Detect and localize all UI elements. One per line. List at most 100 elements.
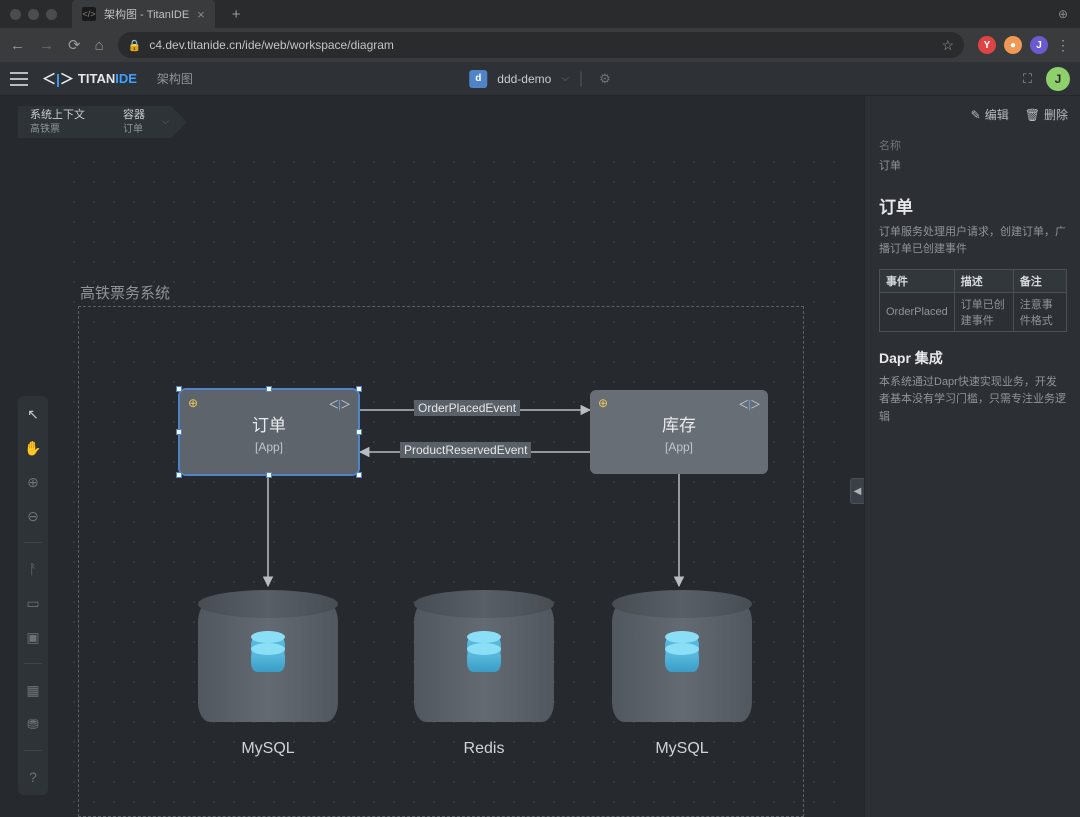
cursor-tool-icon[interactable]: ↖ bbox=[23, 404, 43, 424]
trash-icon: 🗑 bbox=[1025, 108, 1040, 122]
app-header: ＜|＞ TITANIDE 架构图 d ddd-demo ⌵ | ⚙ ⛶ J bbox=[0, 62, 1080, 96]
resize-handle[interactable] bbox=[176, 472, 182, 478]
extension-icons: Y ● J ⋮ bbox=[978, 36, 1070, 54]
table-row[interactable]: OrderPlaced 订单已创建事件 注意事件格式 bbox=[880, 292, 1067, 331]
grid-icon[interactable]: ▦ bbox=[23, 680, 43, 700]
brand-prefix: TITAN bbox=[78, 71, 115, 86]
reload-button[interactable]: ⟳ bbox=[68, 38, 81, 53]
edge-label-product-reserved[interactable]: ProductReservedEvent bbox=[400, 442, 531, 458]
enter-node-icon[interactable]: ＜|＞ bbox=[738, 396, 760, 412]
breadcrumb: 系统上下文 高铁票 容器 订单 ⌵ bbox=[18, 106, 171, 138]
fullscreen-icon[interactable]: ⛶ bbox=[1023, 71, 1032, 87]
new-tab-button[interactable]: + bbox=[232, 6, 241, 23]
ext-icon-purple[interactable]: J bbox=[1030, 36, 1048, 54]
node-title: 库存 bbox=[662, 411, 696, 436]
project-icon: d bbox=[469, 70, 487, 88]
node-title: 订单 bbox=[252, 411, 286, 436]
breadcrumb-item-container[interactable]: 容器 订单 ⌵ bbox=[103, 106, 171, 138]
page-title: 架构图 bbox=[157, 70, 193, 87]
table-header: 备注 bbox=[1013, 269, 1066, 292]
enter-node-icon[interactable]: ＜|＞ bbox=[328, 396, 350, 412]
back-button[interactable]: ← bbox=[10, 38, 25, 53]
zoom-in-node-icon[interactable]: ⊕ bbox=[188, 396, 198, 410]
resize-handle[interactable] bbox=[356, 429, 362, 435]
meta-name-label: 名称 bbox=[879, 137, 1066, 157]
zoom-out-icon[interactable]: ⊖ bbox=[23, 506, 43, 526]
system-title: 高铁票务系统 bbox=[80, 282, 170, 303]
diagram-canvas[interactable]: 高铁票务系统 OrderPlacedEvent ProductReservedE… bbox=[64, 152, 850, 817]
node-mysql-1[interactable]: MySQL bbox=[198, 602, 338, 758]
maximize-window-dot[interactable] bbox=[46, 9, 57, 20]
ext-icon-red[interactable]: Y bbox=[978, 36, 996, 54]
collapse-panel-button[interactable]: ◀ bbox=[850, 478, 864, 504]
breadcrumb-item-context[interactable]: 系统上下文 高铁票 bbox=[18, 106, 103, 138]
url-text: c4.dev.titanide.cn/ide/web/workspace/dia… bbox=[149, 38, 933, 52]
zoom-in-node-icon[interactable]: ⊕ bbox=[598, 396, 608, 410]
help-icon[interactable]: ? bbox=[23, 767, 43, 787]
node-stock[interactable]: ⊕ ＜|＞ 库存 [App] bbox=[590, 390, 768, 474]
brand-suffix: IDE bbox=[115, 71, 137, 86]
events-table: 事件 描述 备注 OrderPlaced 订单已创建事件 注意事件格式 bbox=[879, 269, 1067, 332]
resize-handle[interactable] bbox=[356, 472, 362, 478]
hamburger-menu-icon[interactable] bbox=[10, 72, 28, 86]
avatar[interactable]: J bbox=[1046, 67, 1070, 91]
node-redis[interactable]: Redis bbox=[414, 602, 554, 758]
node-label: MySQL bbox=[612, 740, 752, 758]
node-label: MySQL bbox=[198, 740, 338, 758]
brand-logo[interactable]: ＜|＞ TITANIDE bbox=[42, 69, 137, 89]
database-shape-icon[interactable]: ⛃ bbox=[23, 714, 43, 734]
resize-handle[interactable] bbox=[356, 386, 362, 392]
resize-handle[interactable] bbox=[176, 386, 182, 392]
lock-icon: 🔒 bbox=[128, 39, 142, 52]
box-shape-icon[interactable]: ▭ bbox=[23, 593, 43, 613]
container-shape-icon[interactable]: ▣ bbox=[23, 627, 43, 647]
resize-handle[interactable] bbox=[176, 429, 182, 435]
dapr-heading: Dapr 集成 bbox=[865, 346, 1080, 374]
traffic-lights[interactable] bbox=[10, 9, 57, 20]
chevron-down-icon[interactable]: ⌵ bbox=[561, 73, 569, 84]
database-icon bbox=[665, 636, 699, 676]
tab-favicon: </> bbox=[82, 7, 96, 21]
table-header: 描述 bbox=[954, 269, 1013, 292]
dapr-description: 本系统通过Dapr快速实现业务，开发者基本没有学习门槛，只需专注业务逻辑 bbox=[865, 374, 1080, 437]
node-label: Redis bbox=[414, 740, 554, 758]
details-heading: 订单 bbox=[865, 183, 1080, 224]
project-selector[interactable]: d ddd-demo ⌵ | ⚙ bbox=[469, 70, 610, 88]
project-name: ddd-demo bbox=[497, 72, 551, 86]
resize-handle[interactable] bbox=[266, 472, 272, 478]
database-icon bbox=[467, 636, 501, 676]
browser-menu-icon[interactable]: ⋮ bbox=[1056, 37, 1070, 54]
pencil-icon: ✎ bbox=[971, 108, 981, 122]
node-order[interactable]: ⊕ ＜|＞ 订单 [App] bbox=[180, 390, 358, 474]
edge-label-order-placed[interactable]: OrderPlacedEvent bbox=[414, 400, 520, 416]
forward-button[interactable]: → bbox=[39, 38, 54, 53]
node-subtitle: [App] bbox=[665, 440, 693, 454]
node-mysql-2[interactable]: MySQL bbox=[612, 602, 752, 758]
bookmark-star-icon[interactable]: ☆ bbox=[941, 37, 954, 54]
browser-toolbar: ← → ⟳ ⌂ 🔒 c4.dev.titanide.cn/ide/web/wor… bbox=[0, 28, 1080, 62]
chevron-down-icon[interactable]: ⌵ bbox=[162, 116, 169, 128]
close-tab-icon[interactable]: × bbox=[197, 8, 205, 21]
database-icon bbox=[251, 636, 285, 676]
meta-name-value: 订单 bbox=[879, 157, 1066, 177]
workspace: 系统上下文 高铁票 容器 订单 ⌵ ↖ ✋ ⊕ ⊖ ᚨ ▭ ▣ ▦ ⛃ ? 高铁… bbox=[0, 96, 1080, 817]
actor-shape-icon[interactable]: ᚨ bbox=[23, 559, 43, 579]
tab-title: 架构图 - TitanIDE bbox=[104, 6, 189, 22]
zoom-in-icon[interactable]: ⊕ bbox=[23, 472, 43, 492]
close-window-dot[interactable] bbox=[10, 9, 21, 20]
address-bar[interactable]: 🔒 c4.dev.titanide.cn/ide/web/workspace/d… bbox=[118, 32, 964, 58]
gear-icon[interactable]: ⚙ bbox=[599, 71, 611, 87]
delete-button[interactable]: 🗑删除 bbox=[1025, 106, 1068, 123]
ext-icon-orange[interactable]: ● bbox=[1004, 36, 1022, 54]
hand-tool-icon[interactable]: ✋ bbox=[23, 438, 43, 458]
details-panel: ✎编辑 🗑删除 名称 订单 订单 订单服务处理用户请求，创建订单，广播订单已创建… bbox=[864, 96, 1080, 817]
browser-tab[interactable]: </> 架构图 - TitanIDE × bbox=[72, 0, 215, 28]
home-button[interactable]: ⌂ bbox=[95, 38, 104, 53]
window-expand-icon[interactable]: ⊕ bbox=[1058, 7, 1068, 21]
minimize-window-dot[interactable] bbox=[28, 9, 39, 20]
edit-button[interactable]: ✎编辑 bbox=[971, 106, 1009, 123]
resize-handle[interactable] bbox=[266, 386, 272, 392]
details-description: 订单服务处理用户请求，创建订单，广播订单已创建事件 bbox=[865, 224, 1080, 269]
node-subtitle: [App] bbox=[255, 440, 283, 454]
tool-rail: ↖ ✋ ⊕ ⊖ ᚨ ▭ ▣ ▦ ⛃ ? bbox=[18, 396, 48, 795]
